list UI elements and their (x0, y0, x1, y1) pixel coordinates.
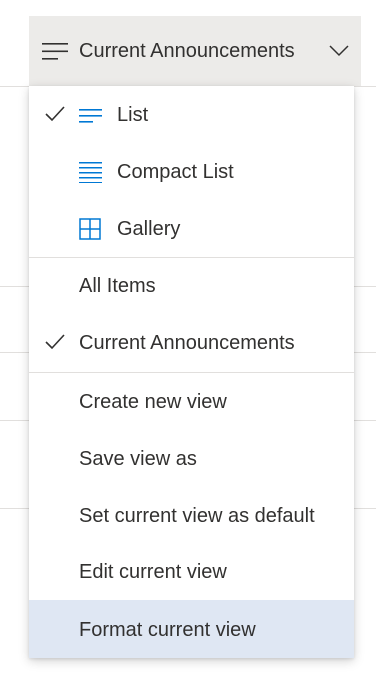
list-icon (79, 109, 102, 123)
menu-item-current-announcements[interactable]: Current Announcements (29, 315, 354, 372)
menu-item-label: List (117, 104, 149, 126)
chevron-down-icon (329, 45, 349, 57)
menu-item-set-current-view-as-default[interactable]: Set current view as default (29, 488, 354, 545)
menu-item-format-current-view[interactable]: Format current view (29, 600, 354, 658)
menu-item-label: Save view as (79, 448, 197, 470)
menu-item-edit-current-view[interactable]: Edit current view (29, 544, 354, 601)
background-divider (354, 286, 376, 287)
background-divider (354, 86, 376, 87)
menu-item-save-view-as[interactable]: Save view as (29, 431, 354, 488)
background-divider (0, 352, 29, 353)
gallery-icon (79, 218, 101, 240)
background-divider (0, 286, 29, 287)
menu-item-compact-list[interactable]: Compact List (29, 144, 354, 201)
background-divider (0, 420, 29, 421)
menu-item-label: Format current view (79, 619, 256, 641)
menu-item-all-items[interactable]: All Items (29, 258, 354, 315)
background-divider (354, 420, 376, 421)
checkmark-icon (45, 106, 65, 122)
background-divider (354, 508, 376, 509)
menu-item-list[interactable]: List (29, 87, 354, 144)
view-switcher-label: Current Announcements (79, 40, 295, 62)
background-divider (0, 86, 29, 87)
lines-icon (42, 43, 68, 60)
menu-item-label: Edit current view (79, 561, 227, 583)
menu-item-label: Set current view as default (79, 505, 315, 527)
menu-item-gallery[interactable]: Gallery (29, 201, 354, 258)
view-switcher-button[interactable]: Current Announcements (29, 16, 361, 86)
background-divider (0, 508, 29, 509)
checkmark-icon (45, 334, 65, 350)
menu-item-create-new-view[interactable]: Create new view (29, 374, 354, 431)
menu-item-label: Gallery (117, 218, 181, 240)
compact-list-icon (79, 162, 102, 183)
menu-item-label: Compact List (117, 161, 234, 183)
menu-divider (29, 372, 354, 373)
menu-item-label: Current Announcements (79, 332, 295, 354)
view-menu: List Compact List Gallery All Items Curr… (29, 86, 354, 658)
menu-item-label: All Items (79, 275, 156, 297)
menu-item-label: Create new view (79, 391, 227, 413)
background-divider (354, 352, 376, 353)
